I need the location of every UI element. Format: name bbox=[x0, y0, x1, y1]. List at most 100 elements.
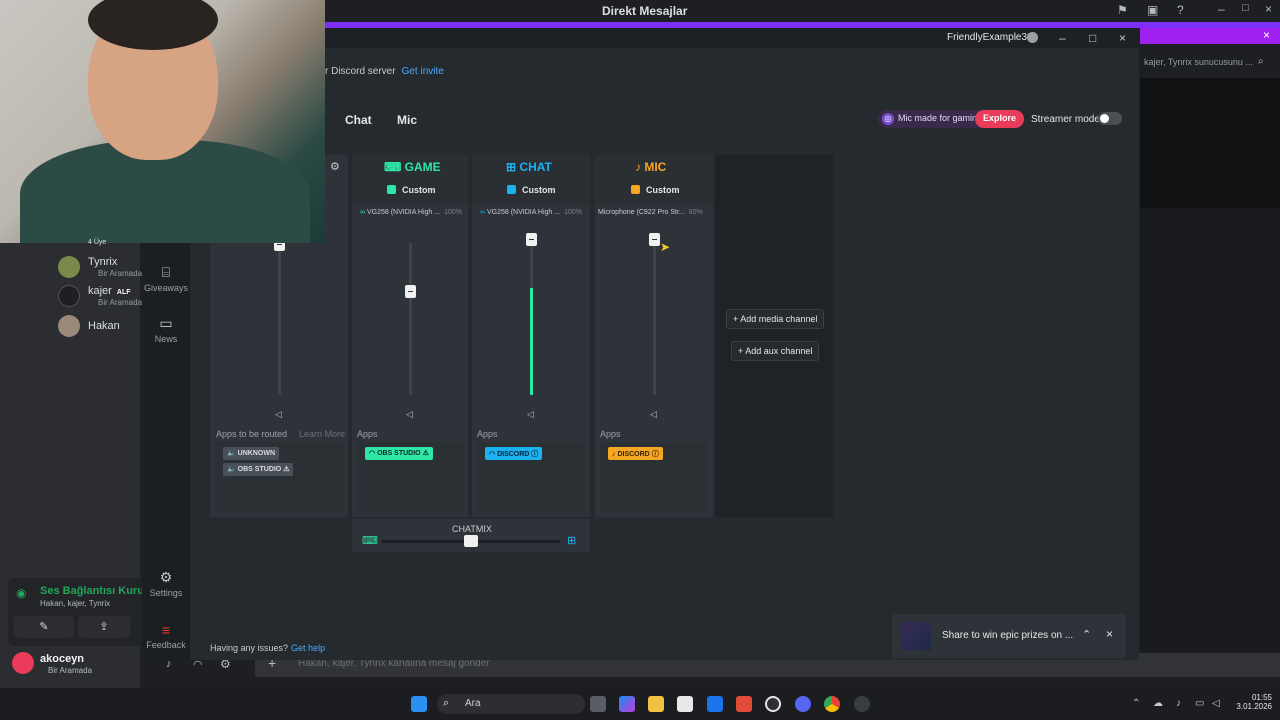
gamepad-icon: ⌨ bbox=[362, 535, 378, 547]
maximize-icon[interactable]: □ bbox=[1242, 2, 1249, 14]
steam-icon[interactable] bbox=[765, 696, 781, 712]
add-media-channel-button[interactable]: + Add media channel bbox=[726, 309, 825, 329]
share-toast[interactable]: Share to win epic prizes on ... ⌃ × bbox=[892, 614, 1126, 658]
close-icon[interactable]: × bbox=[1265, 2, 1272, 16]
member-tag: ALF bbox=[114, 288, 133, 297]
mic-preset[interactable]: Custom bbox=[631, 185, 680, 195]
speaker-icon: 🔈 bbox=[227, 450, 236, 457]
store-icon[interactable] bbox=[677, 696, 693, 712]
account-name[interactable]: FriendlyExample32 bbox=[947, 32, 1033, 43]
sonar-close-icon[interactable]: × bbox=[1119, 31, 1126, 45]
sidebar-item-settings[interactable]: ⚙ Settings bbox=[142, 569, 190, 598]
toggle-knob bbox=[1100, 114, 1109, 123]
device-name: VG258 (NVIDIA High ... bbox=[366, 209, 441, 216]
discord-icon[interactable] bbox=[795, 696, 811, 712]
sidebar-item-feedback[interactable]: ≡ Feedback bbox=[142, 622, 190, 650]
app-badge-obs[interactable]: 🔈 OBS STUDIO ⚠ bbox=[223, 463, 294, 476]
tab-mic[interactable]: Mic bbox=[397, 113, 417, 127]
app-badge-discord[interactable]: ♪ DISCORD ⓘ bbox=[608, 447, 663, 460]
game-device[interactable]: ∞ VG258 (NVIDIA High ... 100% bbox=[360, 209, 462, 216]
explore-button[interactable]: Explore bbox=[974, 110, 1024, 128]
app-icon[interactable] bbox=[736, 696, 752, 712]
get-invite-link[interactable]: Get invite bbox=[402, 66, 444, 77]
volume-icon[interactable]: ◁ bbox=[1212, 698, 1220, 709]
tab-chat[interactable]: Chat bbox=[345, 113, 372, 127]
camera-off-button[interactable]: ✎ bbox=[14, 616, 74, 638]
preset-icon bbox=[507, 185, 516, 194]
file-explorer-icon[interactable] bbox=[648, 696, 664, 712]
microphone-tray-icon[interactable]: ♪ bbox=[1176, 698, 1181, 709]
add-aux-channel-button[interactable]: + Add aux channel bbox=[731, 341, 820, 361]
copilot-icon[interactable] bbox=[619, 696, 635, 712]
taskbar-clock[interactable]: 01:55 3.01.2026 bbox=[1232, 693, 1272, 711]
plus-icon: + bbox=[738, 346, 744, 356]
close-toast-icon[interactable]: × bbox=[1106, 627, 1113, 641]
master-settings-icon[interactable]: ⚙ bbox=[330, 160, 340, 173]
channel-title: GAME bbox=[404, 160, 441, 174]
network-icon[interactable]: ☁ bbox=[1153, 698, 1163, 709]
inbox-icon[interactable]: ⚑ bbox=[1117, 3, 1128, 17]
chevron-up-icon[interactable]: ⌃ bbox=[1132, 698, 1140, 709]
sidebar-item-news[interactable]: ▭ News bbox=[142, 315, 190, 344]
master-volume-track[interactable] bbox=[278, 243, 281, 395]
screen-share-button[interactable]: ⇪ bbox=[78, 616, 130, 638]
sidebar-item-giveaways[interactable]: ⌸ Giveaways bbox=[142, 264, 190, 293]
minimize-icon[interactable]: – bbox=[1218, 2, 1225, 16]
taskbar-search[interactable]: Ara bbox=[437, 694, 585, 714]
sonar-maximize-icon[interactable]: □ bbox=[1089, 31, 1096, 45]
mic-volume-track[interactable] bbox=[653, 243, 656, 395]
display-icon[interactable]: ▭ bbox=[1195, 698, 1204, 709]
signal-icon: ◉ bbox=[16, 586, 27, 600]
app-badge-obs[interactable]: ◠ OBS STUDIO ⚠ bbox=[365, 447, 433, 460]
app-badge-discord[interactable]: ◠ DISCORD ⓘ bbox=[485, 447, 543, 460]
master-mute-icon[interactable]: ◁ bbox=[275, 409, 282, 420]
voice-connection-panel: ◉ Ses Bağlantısı Kuruldu Hakan, kajer, T… bbox=[8, 578, 160, 646]
get-help-link[interactable]: Get help bbox=[291, 643, 325, 653]
member-name: Tynrix bbox=[88, 256, 118, 268]
master-apps-label: Apps to be routed bbox=[216, 429, 288, 439]
game-title: ⌨ GAME bbox=[384, 160, 441, 174]
help-icon[interactable]: ? bbox=[1177, 3, 1184, 17]
task-view-icon[interactable] bbox=[590, 696, 606, 712]
app-badge-unknown[interactable]: 🔈 UNKNOWN bbox=[223, 447, 279, 460]
chrome-icon[interactable] bbox=[824, 696, 840, 712]
learn-more-link[interactable]: Learn More bbox=[299, 429, 345, 439]
windows-start-icon[interactable] bbox=[411, 696, 427, 712]
steelseries-icon[interactable] bbox=[854, 696, 870, 712]
screen-icon[interactable]: ▣ bbox=[1147, 3, 1158, 17]
chat-volume-slider[interactable] bbox=[526, 233, 537, 246]
windows-taskbar bbox=[0, 688, 1280, 720]
mic-device[interactable]: Microphone (C922 Pro Str... 80% bbox=[598, 209, 703, 216]
chat-apps-label: Apps bbox=[477, 429, 498, 439]
add-channel-area bbox=[715, 155, 833, 517]
mail-icon[interactable] bbox=[707, 696, 723, 712]
close-notice-icon[interactable]: × bbox=[1263, 28, 1270, 42]
mic-promo-banner[interactable]: ◎ Mic made for gaming Explore bbox=[878, 110, 1024, 128]
warning-icon: ⚠ bbox=[283, 466, 290, 473]
sonar-minimize-icon[interactable]: – bbox=[1059, 31, 1066, 45]
game-mute-icon[interactable]: ◁ bbox=[406, 409, 413, 420]
speaker-icon: 🔈 bbox=[227, 466, 236, 473]
user-avatar[interactable] bbox=[12, 652, 34, 674]
chat-mute-icon[interactable]: ◁ bbox=[527, 409, 534, 420]
streamer-mode-toggle[interactable] bbox=[1098, 112, 1122, 125]
chat-device[interactable]: ∞ VG258 (NVIDIA High ... 100% bbox=[480, 209, 582, 216]
mic-volume-slider[interactable] bbox=[649, 233, 660, 246]
device-name: Microphone (C922 Pro Str... bbox=[598, 209, 685, 216]
account-avatar-icon[interactable] bbox=[1027, 32, 1038, 43]
mic-mute-icon[interactable]: ◁ bbox=[650, 409, 657, 420]
info-icon: ⓘ bbox=[531, 451, 539, 458]
chatmix-slider[interactable] bbox=[464, 535, 478, 547]
game-volume-slider[interactable] bbox=[405, 285, 416, 298]
member-count: 4 Üye bbox=[88, 239, 107, 246]
game-volume-track[interactable] bbox=[409, 243, 412, 395]
chat-preset[interactable]: Custom bbox=[507, 185, 556, 195]
chat-bubble-icon: ⊞ bbox=[567, 535, 577, 547]
channel-title: CHAT bbox=[519, 160, 552, 174]
discord-search-input[interactable]: kajer, Tynrix sunucusunu ... bbox=[1140, 54, 1270, 72]
chevron-up-icon[interactable]: ⌃ bbox=[1082, 628, 1091, 641]
mouse-cursor-icon: ➤ bbox=[660, 240, 671, 254]
promo-text: Mic made for gaming bbox=[898, 113, 983, 123]
game-preset[interactable]: Custom bbox=[387, 185, 436, 195]
search-icon[interactable]: ⌕ bbox=[1258, 56, 1264, 67]
